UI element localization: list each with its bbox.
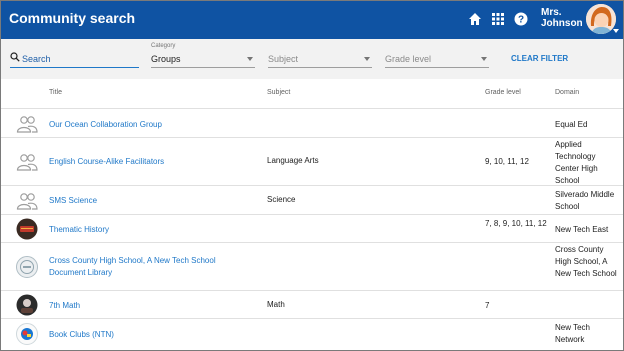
category-select[interactable]: Category Groups: [151, 43, 255, 68]
group-title-link[interactable]: 7th Math: [49, 300, 80, 312]
filter-bar: Category Groups Subject Grade level CLEA…: [1, 39, 623, 79]
column-header-domain[interactable]: Domain: [555, 89, 579, 96]
group-icon: [16, 154, 38, 171]
account-menu-caret-icon[interactable]: [613, 29, 619, 33]
subject-placeholder: Subject: [268, 54, 299, 64]
subject-select[interactable]: Subject: [268, 50, 372, 68]
search-box: [10, 51, 139, 68]
table-row[interactable]: Book Clubs (NTN) New Tech Network: [1, 320, 623, 351]
row-domain: New Tech Network: [555, 323, 590, 344]
grade-level-select[interactable]: Grade level: [385, 50, 489, 68]
column-header-subject[interactable]: Subject: [267, 89, 290, 96]
help-icon[interactable]: ?: [514, 12, 528, 26]
app-header: Community search ? Mrs. Johnson: [1, 1, 623, 39]
svg-text:?: ?: [518, 15, 524, 26]
avatar[interactable]: [586, 4, 616, 34]
group-title-link[interactable]: SMS Science: [49, 195, 97, 207]
group-title-link[interactable]: English Course-Alike Facilitators: [49, 156, 164, 168]
dropdown-arrow-icon: [364, 57, 370, 61]
group-icon: [16, 193, 38, 210]
dropdown-arrow-icon: [481, 57, 487, 61]
search-icon: [10, 52, 20, 62]
row-grade-level: 7: [485, 301, 490, 310]
row-domain: Silverado Middle School: [555, 190, 615, 211]
group-title-link[interactable]: Thematic History: [49, 224, 109, 236]
row-subject: Math: [267, 300, 285, 309]
row-subject: Science: [267, 195, 296, 204]
home-icon[interactable]: [468, 12, 482, 26]
table-row[interactable]: Our Ocean Collaboration Group Equal Ed: [1, 110, 623, 138]
table-row[interactable]: SMS Science Science Silverado Middle Sch…: [1, 187, 623, 215]
table-row[interactable]: Cross County High School, A New Tech Sch…: [1, 244, 623, 291]
table-header: Title Subject Grade level Domain: [1, 79, 623, 109]
row-domain: Equal Ed: [555, 120, 588, 129]
page-title: Community search: [9, 10, 136, 26]
row-grade-level: 9, 10, 11, 12: [485, 157, 529, 166]
row-domain: Applied Technology Center High School: [555, 140, 598, 185]
group-title-link[interactable]: Cross County High School, A New Tech Sch…: [49, 255, 249, 279]
avatar-image: [586, 4, 616, 34]
school-logo-thumbnail: [16, 256, 38, 278]
user-name[interactable]: Mrs. Johnson: [541, 7, 583, 29]
clear-filter-button[interactable]: CLEAR FILTER: [511, 54, 568, 63]
category-label: Category: [151, 43, 176, 49]
search-input[interactable]: [22, 51, 137, 66]
table-row[interactable]: English Course-Alike Facilitators Langua…: [1, 139, 623, 186]
group-icon: [16, 116, 38, 133]
category-value: Groups: [151, 54, 181, 64]
row-domain: New Tech East: [555, 225, 609, 234]
row-subject: Language Arts: [267, 156, 319, 165]
book-clubs-thumbnail: [16, 323, 38, 345]
row-grade-level: 7, 8, 9, 10, 11, 12: [485, 219, 547, 228]
column-header-title[interactable]: Title: [49, 89, 62, 96]
group-title-link[interactable]: Our Ocean Collaboration Group: [49, 119, 162, 131]
row-domain: Cross County High School, A New Tech Sch…: [555, 245, 617, 278]
apps-grid-icon[interactable]: [491, 12, 505, 26]
math-thumbnail: [16, 294, 38, 316]
thematic-history-thumbnail: [16, 218, 38, 240]
dropdown-arrow-icon: [247, 57, 253, 61]
table-row[interactable]: 7th Math Math 7: [1, 292, 623, 319]
group-title-link[interactable]: Book Clubs (NTN): [49, 329, 114, 341]
table-row[interactable]: Thematic History 7, 8, 9, 10, 11, 12 New…: [1, 216, 623, 243]
grade-level-placeholder: Grade level: [385, 54, 432, 64]
column-header-grade-level[interactable]: Grade level: [485, 89, 521, 96]
